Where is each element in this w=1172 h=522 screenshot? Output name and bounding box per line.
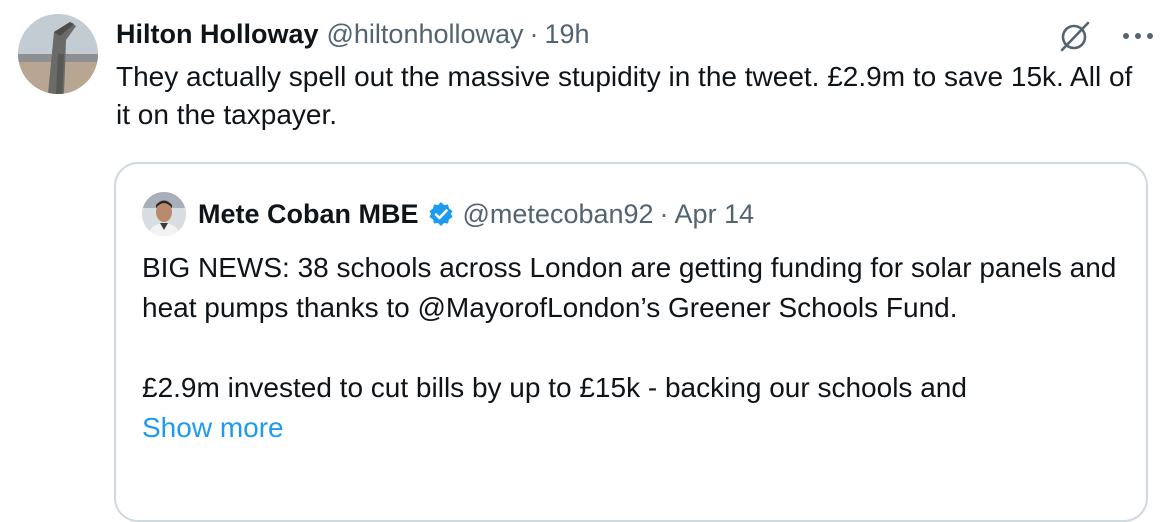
tweet-actions-top [1058, 16, 1154, 56]
separator-dot: · [529, 18, 539, 49]
quoted-author-name[interactable]: Mete Coban MBE [198, 199, 419, 230]
quoted-tweet-header: Mete Coban MBE @metecoban92 · Apr 14 [198, 194, 754, 234]
tweet-text: They actually spell out the massive stup… [116, 61, 1133, 130]
author-name[interactable]: Hilton Holloway [116, 19, 319, 50]
quoted-tweet-timestamp[interactable]: Apr 14 [675, 199, 755, 230]
tweet[interactable]: Hilton Holloway @hiltonholloway · 19h Th… [0, 0, 1172, 522]
tweet-header: Hilton Holloway @hiltonholloway · 19h [116, 16, 590, 52]
quoted-paragraph-2: £2.9m invested to cut bills by up to £15… [142, 372, 967, 403]
tweet-timestamp[interactable]: 19h [545, 19, 590, 50]
quoted-tweet[interactable]: Mete Coban MBE @metecoban92 · Apr 14 BIG… [114, 162, 1148, 522]
author-handle[interactable]: @hiltonholloway [327, 19, 524, 50]
show-more-link[interactable]: Show more [142, 408, 1132, 448]
quoted-author-avatar[interactable] [142, 192, 186, 236]
more-options-icon[interactable] [1122, 31, 1154, 41]
author-avatar[interactable] [18, 14, 98, 94]
quoted-author-handle[interactable]: @metecoban92 [463, 199, 654, 230]
verified-badge-icon [427, 200, 455, 228]
separator-dot: · [659, 198, 669, 229]
quoted-tweet-text: BIG NEWS: 38 schools across London are g… [142, 248, 1132, 448]
grok-icon[interactable] [1058, 19, 1092, 53]
quoted-paragraph-1: BIG NEWS: 38 schools across London are g… [142, 252, 1117, 323]
